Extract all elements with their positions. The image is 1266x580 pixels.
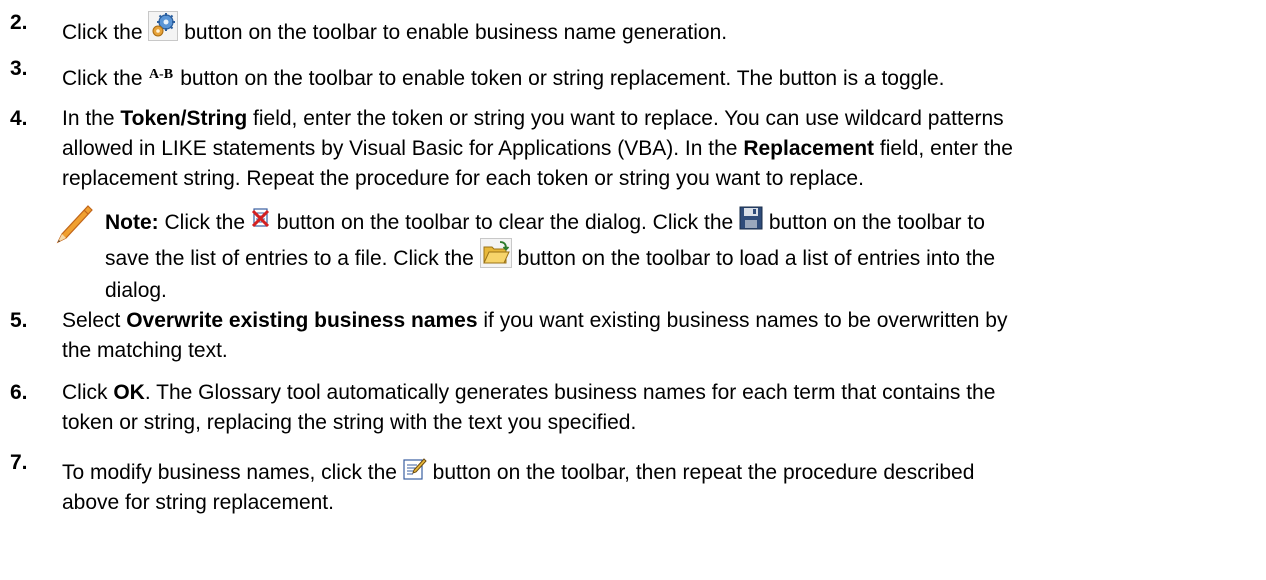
step-number: 3.: [10, 57, 28, 80]
step-4: 4. In the Token/String field, enter the …: [10, 104, 1250, 194]
replace-a-b-icon: A-B: [148, 64, 174, 82]
step-number: 2.: [10, 11, 28, 34]
step-number: 6.: [10, 381, 28, 404]
open-folder-icon: [479, 238, 512, 269]
svg-text:A-B: A-B: [149, 67, 173, 82]
step-text: To modify business names, click the butt…: [62, 458, 1250, 518]
step-2: 2. Click the button on the toolbar to en…: [10, 11, 1250, 50]
note-box: Note: Click the button on the toolbar to…: [52, 205, 1252, 302]
step-6: 6. Click OK. The Glossary tool automatic…: [10, 378, 1250, 440]
step-number: 4.: [10, 107, 28, 130]
step-number: 7.: [10, 451, 28, 474]
gear-generate-icon: [148, 11, 179, 42]
step-5: 5. Select Overwrite existing business na…: [10, 306, 1250, 368]
clear-dialog-icon: [251, 207, 271, 229]
step-7: 7. To modify business names, click the b…: [10, 451, 1250, 528]
step-text: Select Overwrite existing business names…: [62, 309, 1008, 362]
step-number: 5.: [10, 309, 28, 332]
step-text: In the Token/String field, enter the tok…: [62, 107, 1013, 190]
note-label: Note:: [105, 211, 159, 234]
save-floppy-icon: [739, 206, 763, 230]
step-text: Click the A-B button on the toolbar to e…: [62, 64, 1250, 94]
pencil-note-icon: [54, 202, 94, 255]
step-text: Click the button on the toolbar to enabl…: [62, 11, 1250, 48]
edit-modify-icon: [403, 457, 427, 481]
step-text: Click OK. The Glossary tool automaticall…: [62, 381, 996, 434]
note-text: Note: Click the button on the toolbar to…: [105, 206, 1252, 306]
step-3: 3. Click the A-B button on the toolbar t…: [10, 57, 1250, 96]
